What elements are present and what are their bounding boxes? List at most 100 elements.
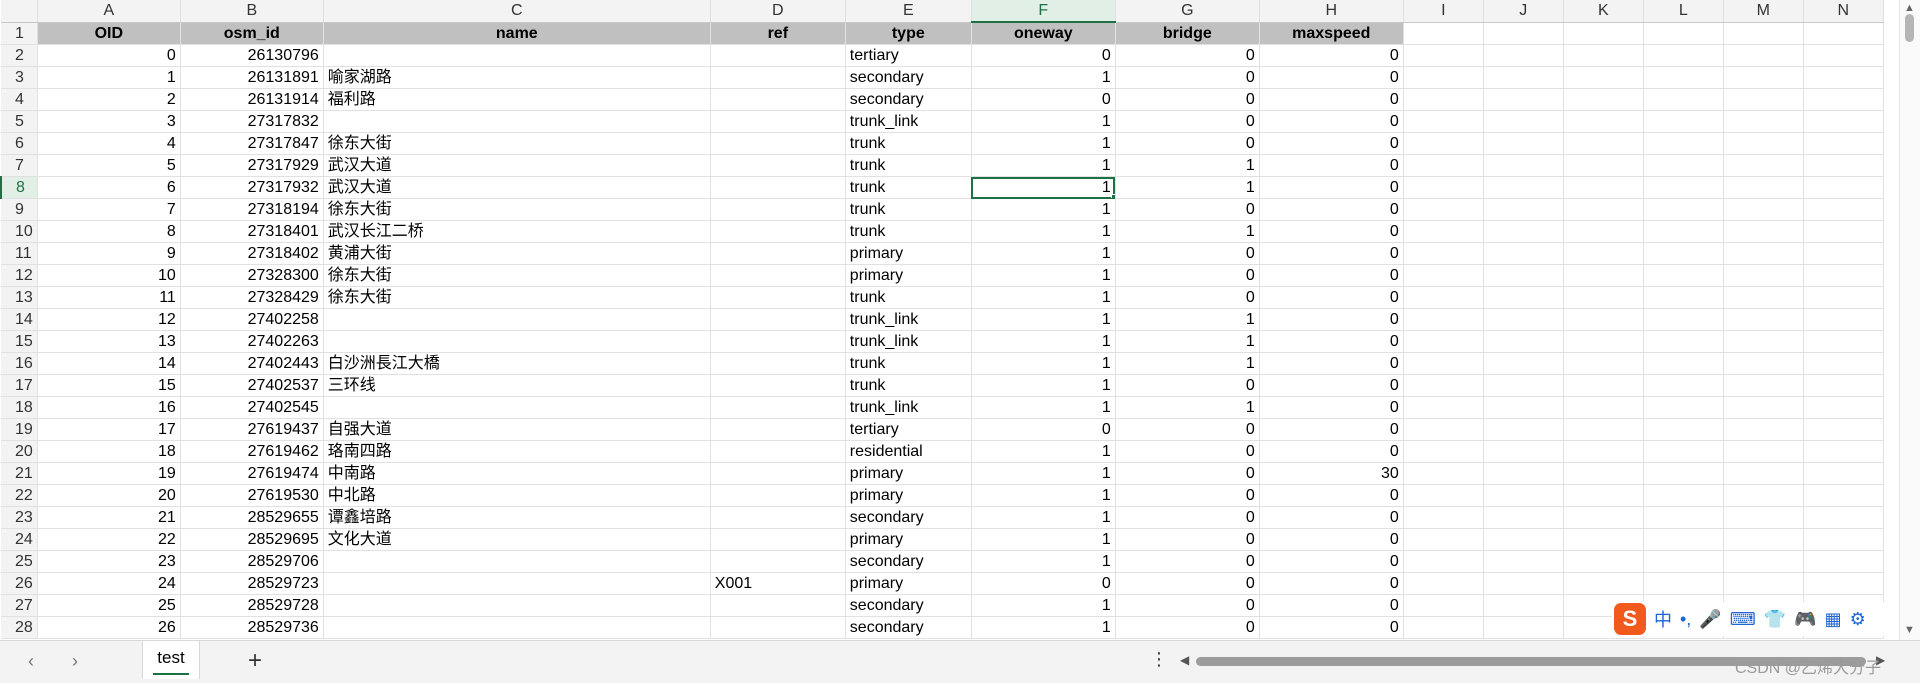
cell-maxspeed[interactable]: 0 [1259,132,1404,155]
empty-cell[interactable] [1403,22,1484,45]
cell-name[interactable]: 文化大道 [323,528,711,551]
cell-type[interactable]: secondary [845,550,972,573]
row-header[interactable]: 21 [1,462,38,485]
cell-oid[interactable]: 20 [37,484,181,507]
cell-ref[interactable] [710,594,846,617]
cell-maxspeed[interactable]: 0 [1259,374,1404,397]
cell-maxspeed[interactable]: 0 [1259,242,1404,265]
empty-cell[interactable] [1803,264,1884,287]
empty-cell[interactable] [1803,572,1884,595]
cell-oneway[interactable]: 1 [971,484,1116,507]
cell-osm-id[interactable]: 27619437 [180,418,324,441]
field-header-cell[interactable]: maxspeed [1259,22,1404,45]
cell-oid[interactable]: 25 [37,594,181,617]
more-options-icon[interactable]: ⋮ [1150,649,1168,670]
row-header[interactable]: 4 [1,88,38,111]
cell-oneway[interactable]: 1 [971,286,1116,309]
cell-bridge[interactable]: 0 [1115,550,1260,573]
empty-cell[interactable] [1563,198,1644,221]
empty-cell[interactable] [1483,330,1564,353]
cell-name[interactable]: 中北路 [323,484,711,507]
cell-type[interactable]: tertiary [845,44,972,67]
empty-cell[interactable] [1723,374,1804,397]
empty-cell[interactable] [1643,198,1724,221]
cell-maxspeed[interactable]: 0 [1259,440,1404,463]
cell-oneway[interactable]: 1 [971,242,1116,265]
cell-bridge[interactable]: 1 [1115,154,1260,177]
cell-oneway[interactable]: 1 [971,616,1116,639]
cell-osm-id[interactable]: 27318401 [180,220,324,243]
empty-cell[interactable] [1643,572,1724,595]
empty-cell[interactable] [1563,242,1644,265]
cell-type[interactable]: trunk_link [845,110,972,133]
empty-cell[interactable] [1643,396,1724,419]
empty-cell[interactable] [1483,176,1564,199]
cell-ref[interactable] [710,352,846,375]
cell-name[interactable]: 徐东大街 [323,286,711,309]
column-header-n[interactable]: N [1803,0,1884,23]
cell-maxspeed[interactable]: 0 [1259,44,1404,67]
cell-ref[interactable]: X001 [710,572,846,595]
empty-cell[interactable] [1643,308,1724,331]
cell-bridge[interactable]: 0 [1115,242,1260,265]
empty-cell[interactable] [1563,220,1644,243]
empty-cell[interactable] [1723,198,1804,221]
empty-cell[interactable] [1483,220,1564,243]
empty-cell[interactable] [1483,594,1564,617]
empty-cell[interactable] [1643,66,1724,89]
empty-cell[interactable] [1803,550,1884,573]
empty-cell[interactable] [1723,528,1804,551]
vertical-scrollbar[interactable]: ▲ ▼ [1899,0,1920,640]
next-sheet-icon[interactable]: › [72,651,78,672]
empty-cell[interactable] [1403,594,1484,617]
empty-cell[interactable] [1803,396,1884,419]
cell-oneway[interactable]: 1 [971,198,1116,221]
empty-cell[interactable] [1723,88,1804,111]
cell-type[interactable]: trunk [845,374,972,397]
empty-cell[interactable] [1723,66,1804,89]
row-header[interactable]: 28 [1,616,38,639]
add-sheet-button[interactable]: + [248,647,262,675]
empty-cell[interactable] [1643,132,1724,155]
cell-oid[interactable]: 3 [37,110,181,133]
cell-name[interactable] [323,572,711,595]
cell-bridge[interactable]: 0 [1115,88,1260,111]
cell-type[interactable]: trunk [845,132,972,155]
cell-type[interactable]: trunk [845,198,972,221]
cell-bridge[interactable]: 1 [1115,396,1260,419]
cell-bridge[interactable]: 1 [1115,308,1260,331]
empty-cell[interactable] [1563,484,1644,507]
row-header[interactable]: 22 [1,484,38,507]
empty-cell[interactable] [1483,286,1564,309]
cell-type[interactable]: trunk_link [845,330,972,353]
cell-oid[interactable]: 7 [37,198,181,221]
cell-bridge[interactable]: 0 [1115,440,1260,463]
empty-cell[interactable] [1563,352,1644,375]
empty-cell[interactable] [1403,374,1484,397]
cell-ref[interactable] [710,484,846,507]
empty-cell[interactable] [1403,242,1484,265]
cell-name[interactable]: 武汉大道 [323,154,711,177]
empty-cell[interactable] [1803,154,1884,177]
cell-oneway[interactable]: 1 [971,110,1116,133]
empty-cell[interactable] [1723,132,1804,155]
empty-cell[interactable] [1643,264,1724,287]
cell-name[interactable] [323,308,711,331]
row-header[interactable]: 1 [1,22,38,45]
cell-name[interactable]: 徐东大街 [323,132,711,155]
empty-cell[interactable] [1483,110,1564,133]
column-header-f[interactable]: F [971,0,1116,23]
cell-type[interactable]: trunk_link [845,308,972,331]
column-header-j[interactable]: J [1483,0,1564,23]
cell-name[interactable]: 珞南四路 [323,440,711,463]
cell-oneway[interactable]: 1 [971,374,1116,397]
cell-oneway[interactable]: 1 [971,154,1116,177]
cell-oid[interactable]: 18 [37,440,181,463]
cell-oid[interactable]: 21 [37,506,181,529]
cell-oneway[interactable]: 0 [971,572,1116,595]
cell-bridge[interactable]: 1 [1115,220,1260,243]
cell-oneway[interactable]: 1 [971,132,1116,155]
cell-type[interactable]: trunk [845,286,972,309]
empty-cell[interactable] [1723,242,1804,265]
empty-cell[interactable] [1563,418,1644,441]
